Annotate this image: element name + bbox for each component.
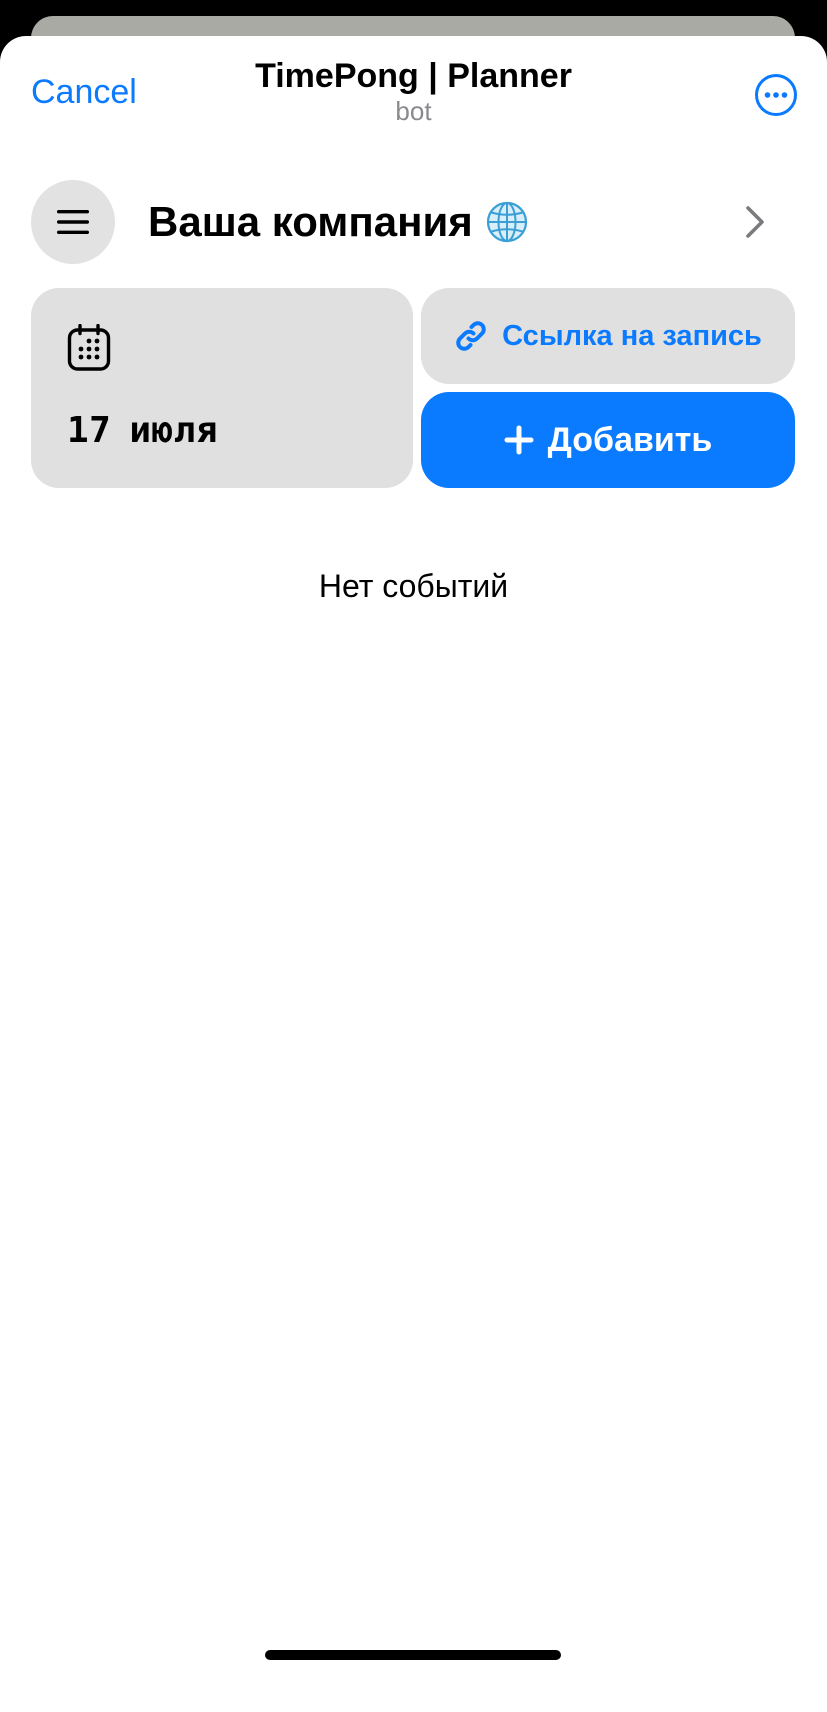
menu-button[interactable] — [31, 180, 115, 264]
globe-icon — [486, 201, 527, 243]
selected-date: 17 июля — [67, 410, 218, 451]
date-picker-card[interactable]: 17 июля — [31, 288, 413, 488]
empty-events-message: Нет событий — [318, 568, 509, 604]
date-month: июля — [129, 410, 219, 451]
company-chevron-button[interactable] — [740, 200, 770, 244]
calendar-icon — [67, 324, 111, 371]
date-day: 17 — [67, 410, 112, 451]
booking-link-button[interactable]: Ссылка на запись — [421, 288, 795, 384]
add-event-button[interactable]: Добавить — [421, 392, 795, 488]
hamburger-menu-icon — [57, 210, 89, 234]
more-horizontal-icon — [755, 74, 797, 116]
more-options-button[interactable] — [754, 73, 798, 117]
app-title: TimePong | Planner — [255, 57, 572, 95]
plus-icon — [504, 425, 534, 455]
app-subtitle: bot — [395, 96, 432, 126]
company-name: Ваша компания — [148, 198, 473, 245]
booking-link-label: Ссылка на запись — [502, 319, 762, 352]
chevron-right-icon — [746, 206, 764, 238]
link-icon — [456, 321, 486, 351]
mini-app-sheet: Cancel TimePong | Planner bot Ваша компа… — [0, 36, 827, 1712]
home-indicator[interactable] — [265, 1650, 561, 1660]
add-event-label: Добавить — [547, 420, 713, 459]
company-selector[interactable]: Ваша компания — [148, 196, 529, 248]
